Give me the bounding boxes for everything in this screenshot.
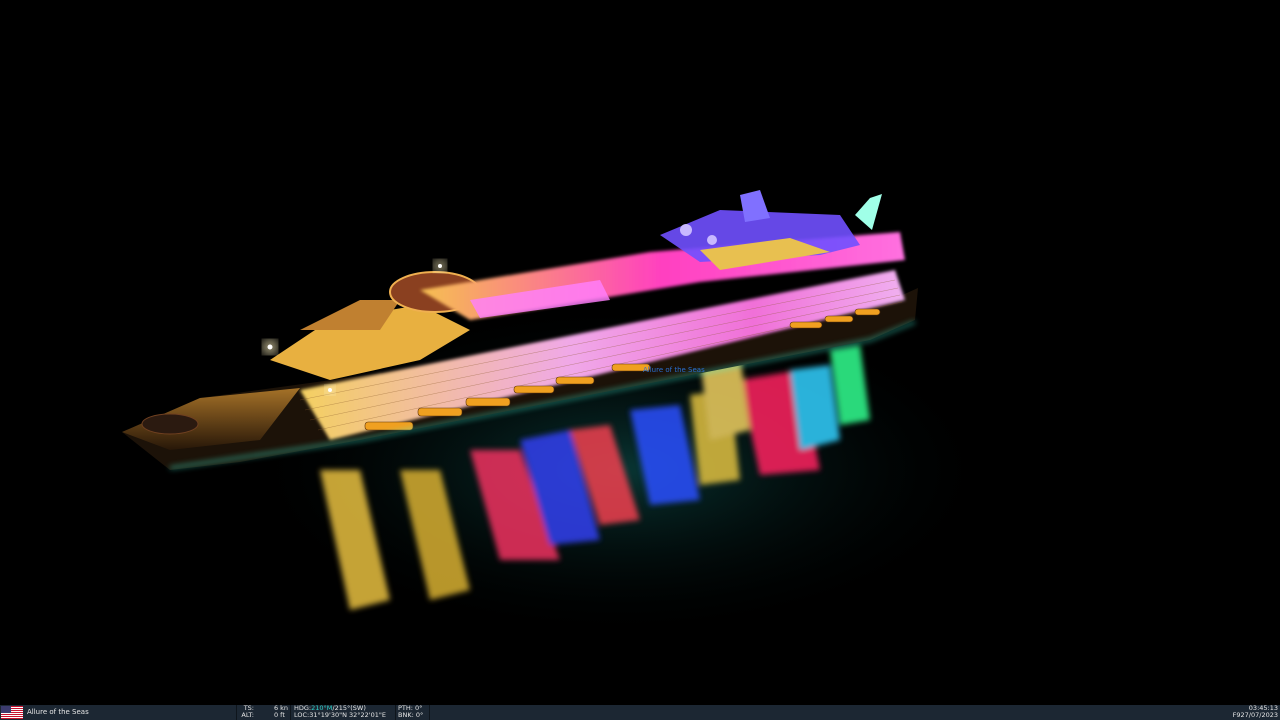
vessel-name: Allure of the Seas — [27, 708, 89, 716]
mast — [855, 194, 882, 230]
date-prefix: F9 — [1232, 711, 1241, 719]
attitude-block: PTH: 0° BNK: 0° — [398, 705, 428, 720]
alt-label: ALT: — [241, 711, 254, 719]
alt-value: 0 — [273, 711, 279, 719]
heading-location-block: HDG:210°M/215°(SW) LOC:31°19'30"N 32°22'… — [294, 705, 394, 720]
clock-block: 03:45:13 F927/07/2023 — [1233, 705, 1278, 719]
ship-scene — [122, 190, 1000, 640]
bnk-value: 0° — [415, 711, 424, 719]
loc-label: LOC: — [294, 711, 310, 719]
status-bar: Allure of the Seas TS: 6 kn ALT: 0 ft HD… — [0, 705, 1280, 720]
divider — [290, 705, 291, 720]
radar-dome — [680, 224, 692, 236]
helipad — [141, 413, 199, 435]
us-flag-icon — [1, 706, 23, 719]
divider — [395, 705, 396, 720]
funnel — [740, 190, 770, 222]
bnk-label: BNK: — [398, 711, 414, 719]
speed-altitude-block: TS: 6 kn ALT: 0 ft — [238, 705, 288, 720]
divider — [429, 705, 430, 720]
clock-date: 27/07/2023 — [1240, 711, 1278, 719]
game-viewport[interactable]: Allure of the Seas — [0, 0, 1280, 705]
alt-unit: ft — [280, 711, 285, 719]
vessel-label[interactable]: Allure of the Seas — [643, 366, 705, 374]
loc-value: 31°19'30"N 32°22'01"E — [309, 711, 386, 719]
divider — [236, 705, 237, 720]
